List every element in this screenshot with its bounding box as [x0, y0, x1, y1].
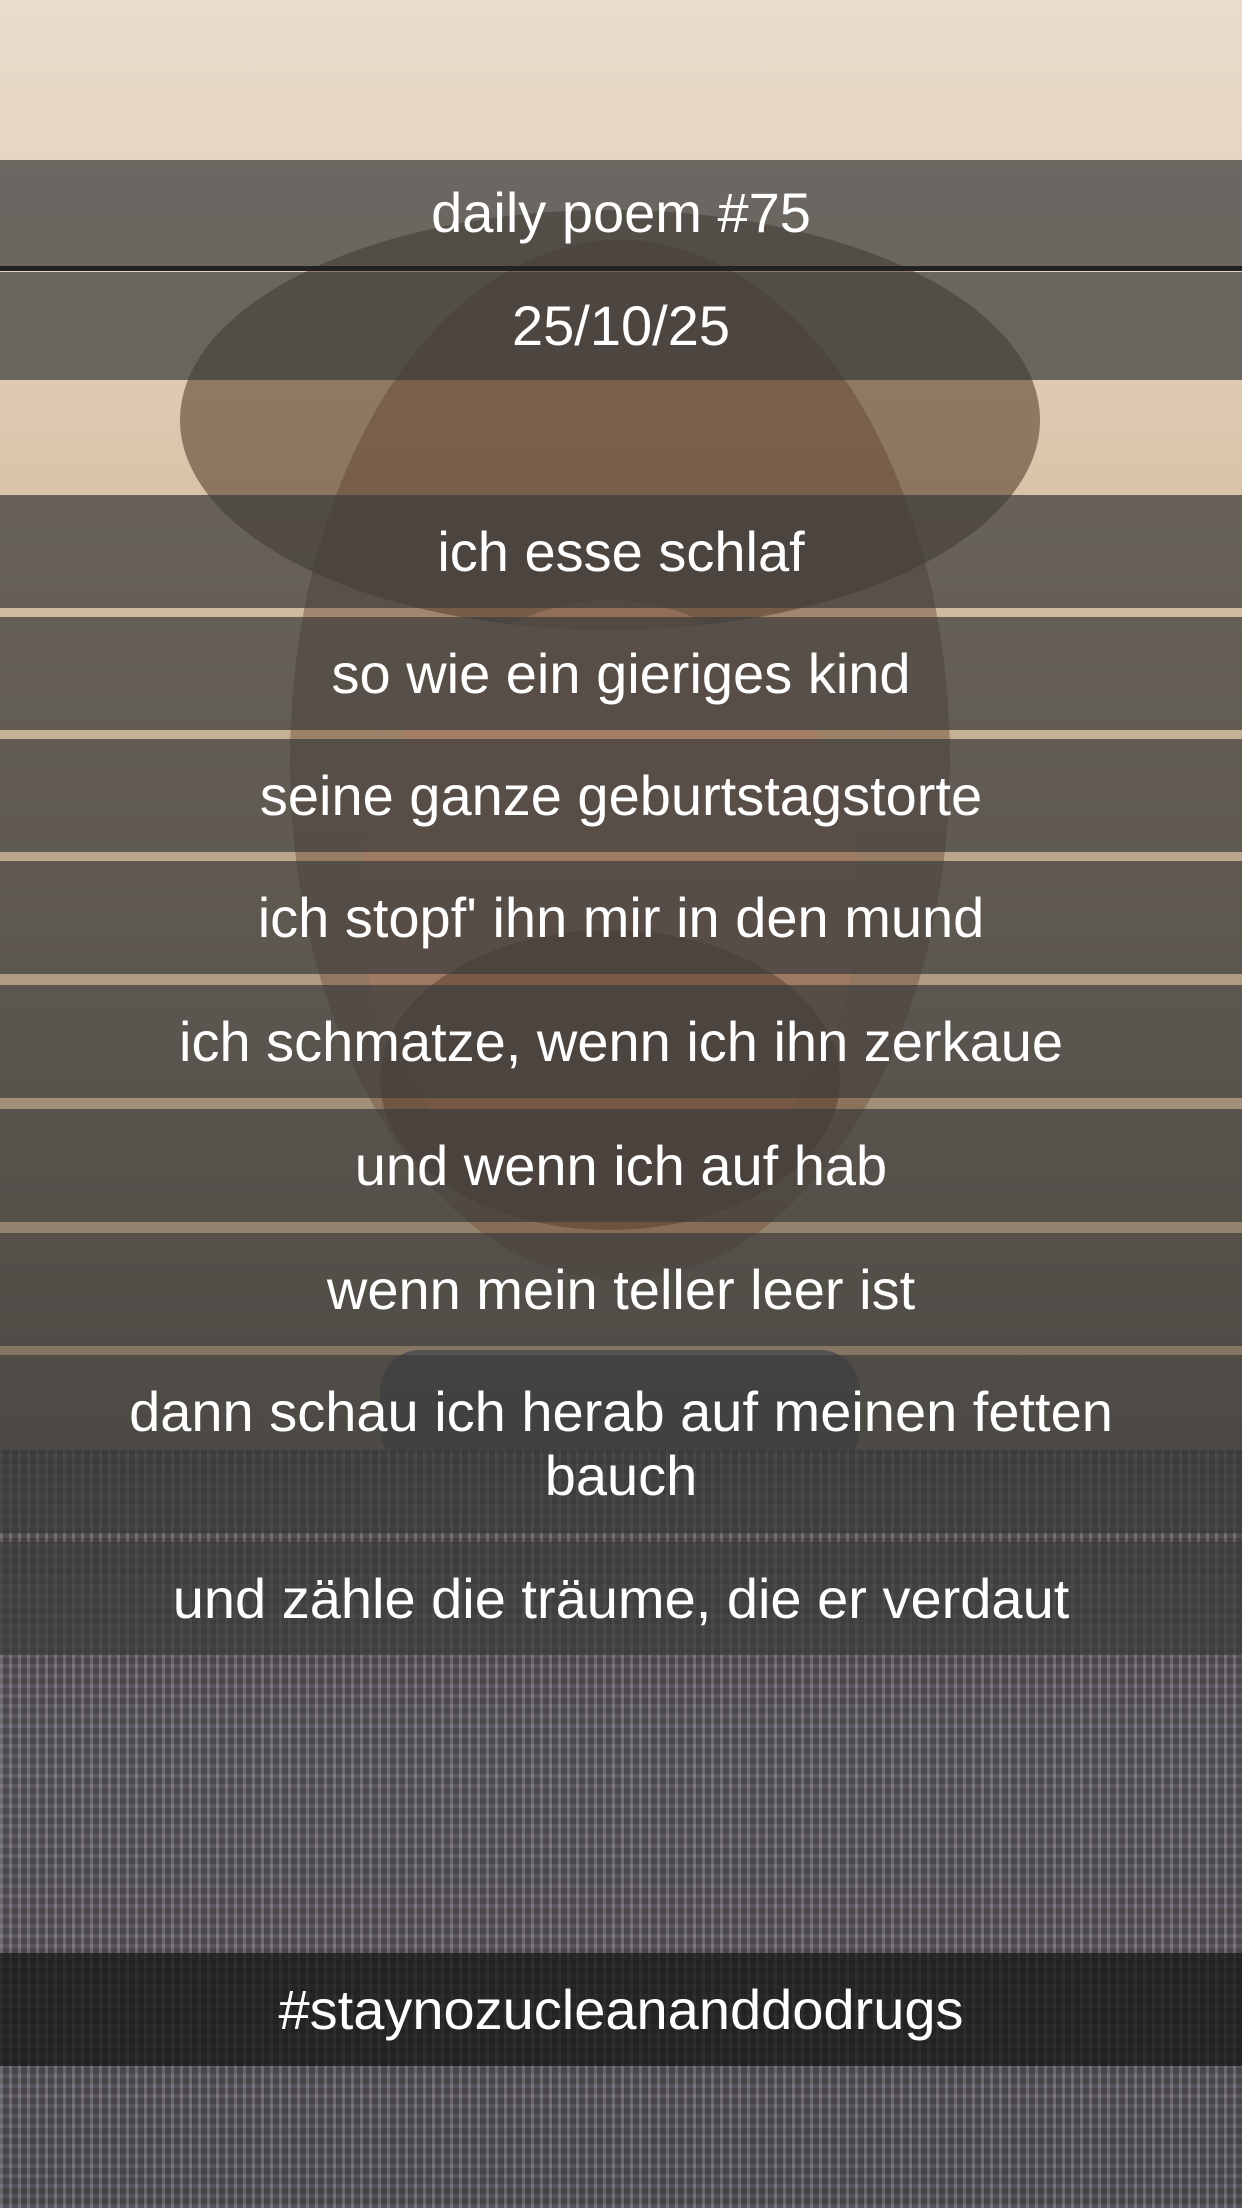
poem-line-3: seine ganze geburtstagstorte: [0, 739, 1242, 852]
hashtag-banner: #staynozucleananddodrugs: [0, 1953, 1242, 2066]
poem-line-6: und wenn ich auf hab: [0, 1109, 1242, 1222]
poem-line-5: ich schmatze, wenn ich ihn zerkaue: [0, 985, 1242, 1098]
poem-line-8: dann schau ich herab auf meinen fetten b…: [0, 1355, 1242, 1533]
poem-line-2: so wie ein gieriges kind: [0, 617, 1242, 730]
poem-line-7: wenn mein teller leer ist: [0, 1233, 1242, 1346]
poem-line-1: ich esse schlaf: [0, 495, 1242, 608]
poem-line-9: und zähle die träume, die er verdaut: [0, 1542, 1242, 1655]
title-divider: [0, 266, 1242, 271]
poem-title: daily poem #75: [0, 160, 1242, 266]
poem-line-4: ich stopf' ihn mir in den mund: [0, 861, 1242, 974]
poem-date: 25/10/25: [0, 272, 1242, 380]
